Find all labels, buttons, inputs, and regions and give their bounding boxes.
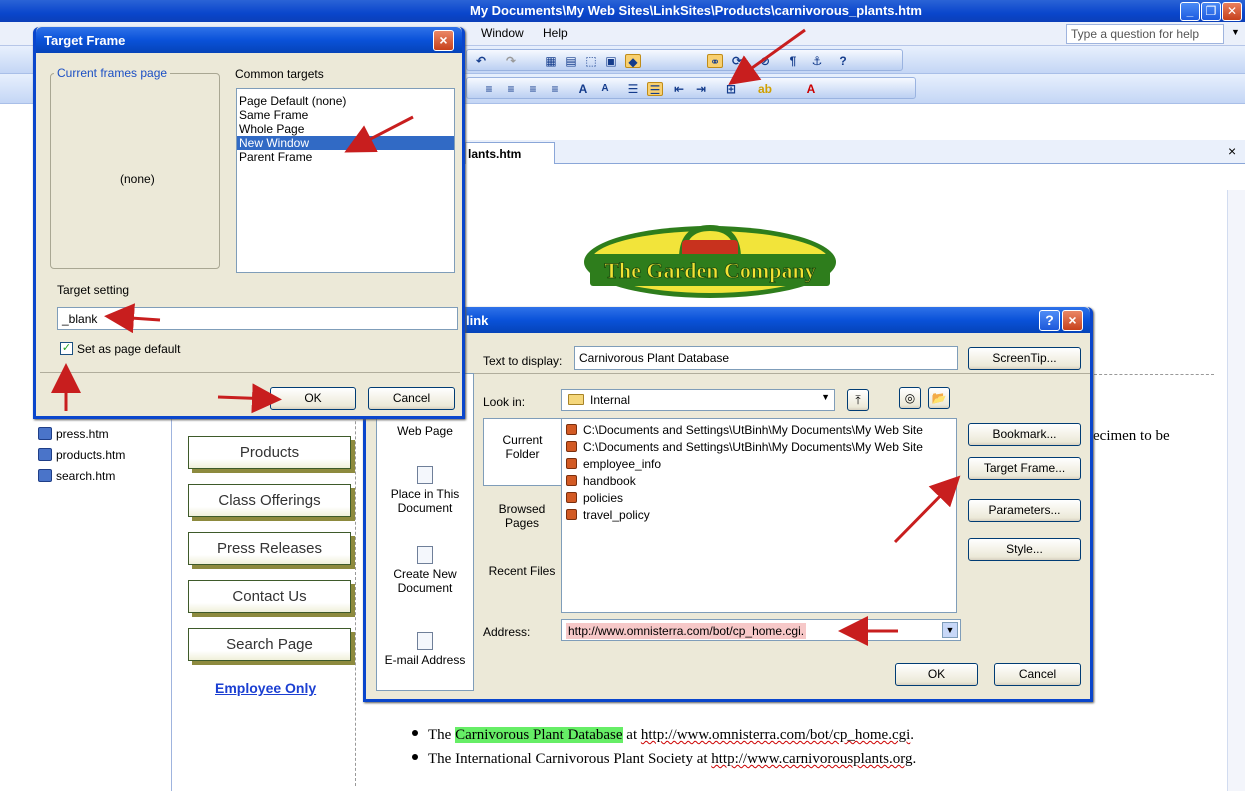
arrow-to-new-window — [344, 115, 414, 153]
annotation-arrows — [51, 28, 961, 646]
arrow-to-target-setting — [104, 303, 161, 334]
arrow-to-target-frame-button — [893, 475, 961, 544]
arrow-to-ok — [217, 383, 282, 414]
arrow-to-hyperlink-icon — [728, 28, 806, 85]
